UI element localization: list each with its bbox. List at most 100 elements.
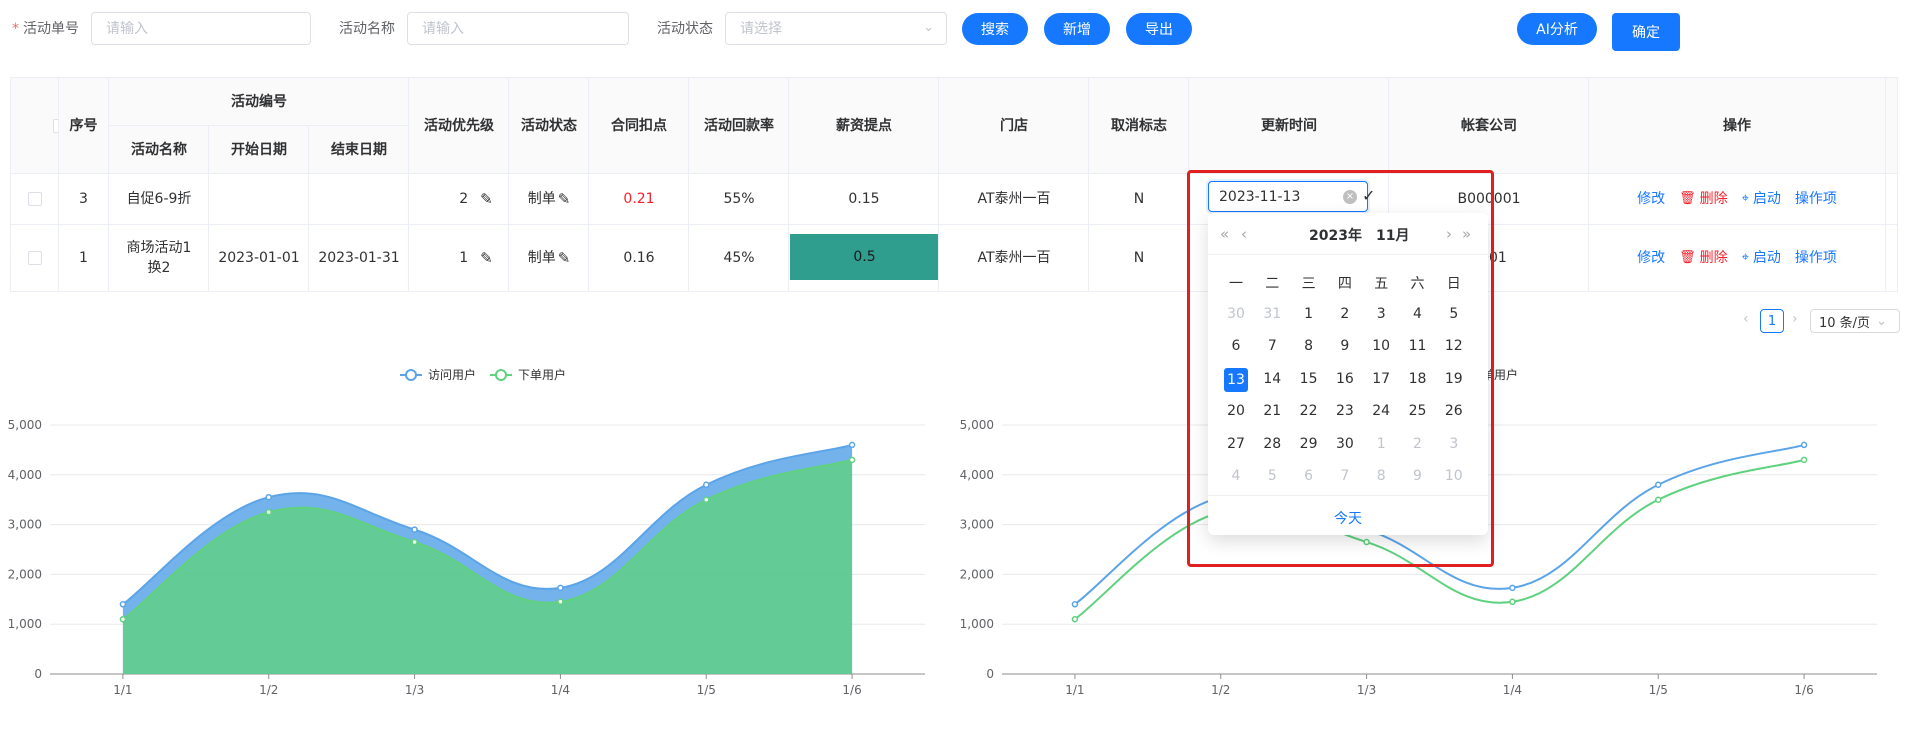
edit-pencil-icon[interactable]: ✎ bbox=[480, 248, 493, 268]
chevron-down-icon: ⌄ bbox=[1876, 313, 1887, 329]
row-checkbox[interactable] bbox=[27, 251, 42, 265]
day-cell[interactable]: 1 bbox=[1363, 433, 1399, 455]
prev-page-icon[interactable]: ‹ bbox=[1743, 311, 1749, 327]
date-picker-header: « ‹ 2023年 11月 › » bbox=[1208, 213, 1488, 255]
year-label[interactable]: 2023年 bbox=[1309, 225, 1362, 245]
day-cell[interactable]: 2 bbox=[1400, 433, 1436, 455]
activity-name-field[interactable] bbox=[407, 12, 629, 45]
edit-pencil-icon[interactable]: ✎ bbox=[558, 248, 571, 268]
activity-status-input[interactable] bbox=[726, 13, 946, 44]
confirm-button[interactable]: 确定 bbox=[1612, 13, 1680, 51]
export-button[interactable]: 导出 bbox=[1126, 13, 1192, 45]
next-month-icon[interactable]: › bbox=[1446, 225, 1452, 243]
day-cell[interactable]: 30 bbox=[1327, 433, 1363, 455]
col-divider bbox=[938, 78, 939, 291]
page-size-select[interactable]: 10 条/页 ⌄ bbox=[1810, 309, 1900, 333]
edit-pencil-icon[interactable]: ✎ bbox=[480, 189, 493, 209]
day-cell[interactable]: 30 bbox=[1218, 303, 1254, 325]
trash-icon: 🗑 bbox=[1679, 250, 1696, 265]
search-button[interactable]: 搜索 bbox=[962, 13, 1028, 45]
day-cell[interactable]: 24 bbox=[1363, 400, 1399, 422]
priority-value: 2 bbox=[459, 191, 469, 207]
day-cell[interactable]: 9 bbox=[1400, 465, 1436, 487]
next-page-icon[interactable]: › bbox=[1792, 311, 1798, 327]
day-cell[interactable]: 23 bbox=[1327, 400, 1363, 422]
activity-status-select[interactable]: ⌄ bbox=[725, 12, 947, 45]
activity-name-input[interactable] bbox=[408, 13, 628, 44]
day-cell[interactable]: 22 bbox=[1291, 400, 1327, 422]
delete-link[interactable]: 🗑 删除 bbox=[1679, 248, 1728, 268]
day-cell[interactable]: 6 bbox=[1218, 335, 1254, 357]
day-cell[interactable]: 5 bbox=[1436, 303, 1472, 325]
prev-month-icon[interactable]: ‹ bbox=[1241, 225, 1247, 243]
today-button[interactable]: 今天 bbox=[1208, 508, 1488, 528]
more-actions-link[interactable]: 操作项 bbox=[1795, 189, 1837, 209]
row-checkbox[interactable] bbox=[27, 192, 42, 206]
day-cell[interactable]: 21 bbox=[1254, 400, 1290, 422]
start-link[interactable]: ⌖ 启动 bbox=[1742, 189, 1781, 209]
day-cell[interactable]: 14 bbox=[1254, 368, 1290, 390]
day-cell[interactable]: 27 bbox=[1218, 433, 1254, 455]
day-cell[interactable]: 3 bbox=[1436, 433, 1472, 455]
day-cell[interactable]: 16 bbox=[1327, 368, 1363, 390]
day-cell[interactable]: 31 bbox=[1254, 303, 1290, 325]
day-cell[interactable]: 8 bbox=[1291, 335, 1327, 357]
day-cell[interactable]: 26 bbox=[1436, 400, 1472, 422]
more-actions-link[interactable]: 操作项 bbox=[1795, 248, 1837, 268]
next-year-icon[interactable]: » bbox=[1462, 225, 1471, 243]
cell-priority: 1 ✎ bbox=[409, 225, 509, 291]
header-contract-discount: 合同扣点 bbox=[589, 78, 689, 173]
start-link[interactable]: ⌖ 启动 bbox=[1742, 248, 1781, 268]
day-cell[interactable]: 3 bbox=[1363, 303, 1399, 325]
day-cell[interactable]: 20 bbox=[1218, 400, 1254, 422]
delete-link[interactable]: 🗑 删除 bbox=[1679, 189, 1728, 209]
legend-label: 访问用户 bbox=[428, 367, 476, 382]
day-cell[interactable]: 5 bbox=[1254, 465, 1290, 487]
day-cell[interactable]: 7 bbox=[1327, 465, 1363, 487]
weekday-label: 五 bbox=[1374, 276, 1389, 292]
day-cell[interactable]: 8 bbox=[1363, 465, 1399, 487]
day-cell[interactable]: 12 bbox=[1436, 335, 1472, 357]
delete-label: 删除 bbox=[1699, 250, 1728, 266]
cell-end-date bbox=[309, 174, 409, 224]
selected-day-cell[interactable]: 13 bbox=[1218, 367, 1254, 392]
edit-link[interactable]: 修改 bbox=[1637, 248, 1665, 268]
data-point bbox=[1071, 601, 1079, 608]
day-cell[interactable]: 17 bbox=[1363, 368, 1399, 390]
page-1-button[interactable]: 1 bbox=[1760, 309, 1784, 333]
prev-year-icon[interactable]: « bbox=[1220, 225, 1229, 243]
day-cell[interactable]: 18 bbox=[1400, 368, 1436, 390]
day-cell[interactable]: 10 bbox=[1436, 465, 1472, 487]
day-cell[interactable]: 6 bbox=[1291, 465, 1327, 487]
day-cell[interactable]: 9 bbox=[1327, 335, 1363, 357]
cell-store: AT泰州一百 bbox=[939, 174, 1089, 224]
ai-analysis-button[interactable]: AI分析 bbox=[1517, 13, 1597, 45]
row-checkbox-cell[interactable] bbox=[11, 225, 58, 291]
trash-icon: 🗑 bbox=[1679, 191, 1696, 206]
edit-link[interactable]: 修改 bbox=[1637, 189, 1665, 209]
day-cell[interactable]: 29 bbox=[1291, 433, 1327, 455]
day-cell[interactable]: 11 bbox=[1400, 335, 1436, 357]
day-cell[interactable]: 4 bbox=[1218, 465, 1254, 487]
row-divider bbox=[11, 173, 1897, 174]
day-cell[interactable]: 4 bbox=[1400, 303, 1436, 325]
add-button[interactable]: 新增 bbox=[1044, 13, 1110, 45]
col-divider bbox=[1088, 78, 1089, 291]
day-cell[interactable]: 2 bbox=[1327, 303, 1363, 325]
activity-no-field[interactable] bbox=[91, 12, 311, 45]
activity-no-input[interactable] bbox=[92, 13, 310, 44]
day-cell[interactable]: 1 bbox=[1291, 303, 1327, 325]
weekday-label: 六 bbox=[1410, 276, 1425, 292]
x-tick-label: 1/2 bbox=[1211, 683, 1230, 697]
cell-start-date bbox=[209, 174, 309, 224]
day-cell[interactable]: 25 bbox=[1400, 400, 1436, 422]
day-cell[interactable]: 15 bbox=[1291, 368, 1327, 390]
edit-pencil-icon[interactable]: ✎ bbox=[558, 189, 571, 209]
day-cell[interactable]: 10 bbox=[1363, 335, 1399, 357]
day-cell[interactable]: 28 bbox=[1254, 433, 1290, 455]
x-tick-label: 1/1 bbox=[113, 683, 132, 697]
row-checkbox-cell[interactable] bbox=[11, 174, 58, 224]
day-cell[interactable]: 19 bbox=[1436, 368, 1472, 390]
month-label[interactable]: 11月 bbox=[1376, 225, 1409, 245]
day-cell[interactable]: 7 bbox=[1254, 335, 1290, 357]
